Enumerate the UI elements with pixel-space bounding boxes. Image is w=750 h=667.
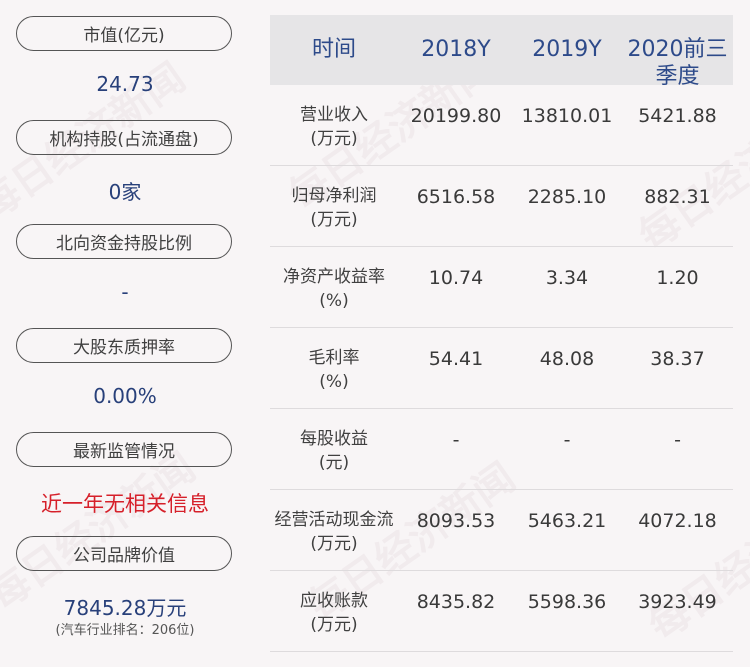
table-row: 归母净利润 (万元) 6516.58 2285.10 882.31 <box>270 166 733 247</box>
table-cell: - <box>452 429 460 451</box>
table-row: 毛利率 (%) 54.41 48.08 38.37 <box>270 328 733 409</box>
table-cell: 4072.18 <box>638 510 717 532</box>
table-cell: 1.20 <box>656 267 699 289</box>
table-row: 每股收益 (元) - - - <box>270 409 733 490</box>
table-cell: 5463.21 <box>527 510 607 532</box>
financial-table: 时间 2018Y 2019Y 2020前三季度 营业收入 (万元) 20199.8… <box>270 15 733 652</box>
row-label: 每股收益 (元) <box>300 429 368 473</box>
pledge-ratio-label: 大股东质押率 <box>16 328 232 363</box>
table-row: 净资产收益率 (%) 10.74 3.34 1.20 <box>270 247 733 328</box>
table-cell: 8435.82 <box>416 591 496 613</box>
regulatory-status-value: 近一年无相关信息 <box>41 492 209 516</box>
table-cell: 3923.49 <box>638 591 717 613</box>
table-cell: 882.31 <box>644 186 711 208</box>
northbound-ratio-value: - <box>121 280 129 304</box>
pledge-ratio-value: 0.00% <box>93 384 157 408</box>
table-cell: 54.41 <box>428 348 484 370</box>
brand-value-value: 7845.28万元 <box>63 596 187 620</box>
row-label: 归母净利润 (万元) <box>291 186 377 230</box>
institutional-holding-label: 机构持股(占流通盘) <box>16 120 232 155</box>
table-cell: 10.74 <box>428 267 484 289</box>
table-cell: 5598.36 <box>527 591 607 613</box>
stock-summary-panel: 市值(亿元) 24.73 机构持股(占流通盘) 0家 北向资金持股比例 - 大股… <box>0 0 250 667</box>
table-cell: 5421.88 <box>638 105 717 127</box>
table-cell: 6516.58 <box>416 186 496 208</box>
table-cell: 13810.01 <box>521 105 613 127</box>
row-label: 净资产收益率 (%) <box>283 267 385 311</box>
table-cell: - <box>674 429 681 451</box>
market-cap-value: 24.73 <box>96 72 154 96</box>
table-cell: 38.37 <box>650 348 705 370</box>
table-header: 时间 2018Y 2019Y 2020前三季度 <box>270 15 733 89</box>
table-cell: - <box>563 429 571 451</box>
regulatory-status-label: 最新监管情况 <box>16 432 232 467</box>
brand-value-label: 公司品牌价值 <box>16 536 232 571</box>
row-label: 应收账款 (万元) <box>300 591 368 635</box>
institutional-holding-value: 0家 <box>108 180 142 204</box>
table-cell: 2285.10 <box>527 186 607 208</box>
table-row: 经营活动现金流 (万元) 8093.53 5463.21 4072.18 <box>270 490 733 571</box>
row-label: 经营活动现金流 (万元) <box>274 510 394 554</box>
header-2020q3: 2020前三季度 <box>627 37 728 89</box>
table-row: 营业收入 (万元) 20199.80 13810.01 5421.88 <box>270 85 733 166</box>
row-label: 营业收入 (万元) <box>300 105 368 149</box>
market-cap-label: 市值(亿元) <box>16 16 232 51</box>
table-cell: 8093.53 <box>416 510 496 532</box>
table-cell: 20199.80 <box>410 105 502 127</box>
row-label: 毛利率 (%) <box>308 348 360 392</box>
table-cell: 48.08 <box>539 348 595 370</box>
table-cell: 3.34 <box>545 267 589 289</box>
brand-value-rank: (汽车行业排名：206位) <box>55 623 195 638</box>
northbound-ratio-label: 北向资金持股比例 <box>16 224 232 259</box>
table-row: 应收账款 (万元) 8435.82 5598.36 3923.49 <box>270 571 733 652</box>
header-2018: 2018Y <box>421 37 491 62</box>
header-time: 时间 <box>311 37 356 62</box>
header-2019: 2019Y <box>532 37 602 62</box>
